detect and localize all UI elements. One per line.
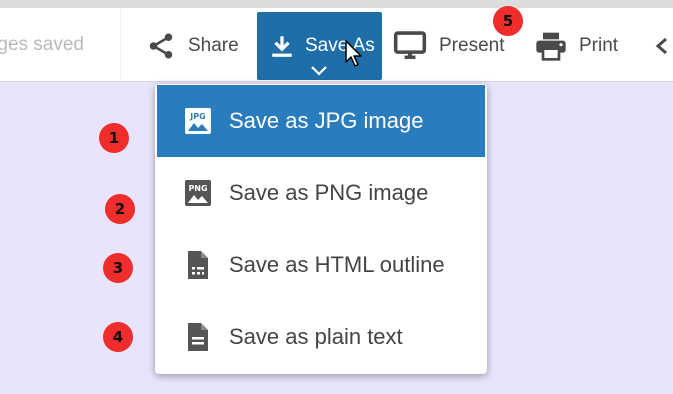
menu-item-save-jpg[interactable]: JPG Save as JPG image (157, 85, 485, 157)
share-label: Share (188, 35, 239, 56)
menu-item-save-html[interactable]: Save as HTML outline (155, 229, 487, 301)
print-label: Print (579, 35, 619, 56)
menu-item-label: Save as HTML outline (229, 252, 445, 277)
menu-item-label: Save as plain text (229, 324, 403, 349)
jpg-image-icon: JPG (185, 108, 211, 134)
share-icon (149, 33, 173, 59)
window-top-border (0, 0, 673, 8)
monitor-icon (393, 31, 427, 59)
text-document-icon (188, 323, 208, 351)
download-icon (272, 36, 292, 57)
annotation-badge-2: 2 (105, 194, 135, 224)
annotation-badge-5: 5 (493, 6, 523, 36)
menu-item-save-text[interactable]: Save as plain text (155, 301, 487, 373)
png-image-icon: PNG (185, 180, 211, 206)
menu-item-save-png[interactable]: PNG Save as PNG image (155, 157, 487, 229)
jpg-icon-text: JPG (189, 112, 205, 121)
png-icon-text: PNG (188, 184, 207, 193)
save-status-text: ges saved (0, 34, 84, 55)
share-button[interactable]: Share (146, 12, 239, 80)
save-status: ges saved (0, 8, 121, 82)
chevron-down-icon (311, 66, 327, 76)
present-button[interactable]: Present (393, 12, 504, 80)
annotation-badge-1: 1 (99, 123, 129, 153)
present-label: Present (439, 35, 505, 56)
menu-item-label: Save as PNG image (229, 180, 429, 205)
printer-icon (536, 32, 566, 61)
save-as-dropdown-menu: JPG Save as JPG image PNG Save as PNG im… (155, 84, 487, 374)
annotation-badge-3: 3 (103, 253, 133, 283)
partial-arrow-icon (655, 37, 667, 55)
more-toolbar-button[interactable] (652, 12, 673, 80)
html-outline-icon (188, 251, 208, 279)
save-as-label: Save As (305, 35, 375, 56)
print-button[interactable]: Print (535, 12, 618, 80)
annotation-badge-4: 4 (103, 322, 133, 352)
menu-item-label: Save as JPG image (229, 108, 424, 133)
mouse-cursor-icon (345, 40, 362, 67)
